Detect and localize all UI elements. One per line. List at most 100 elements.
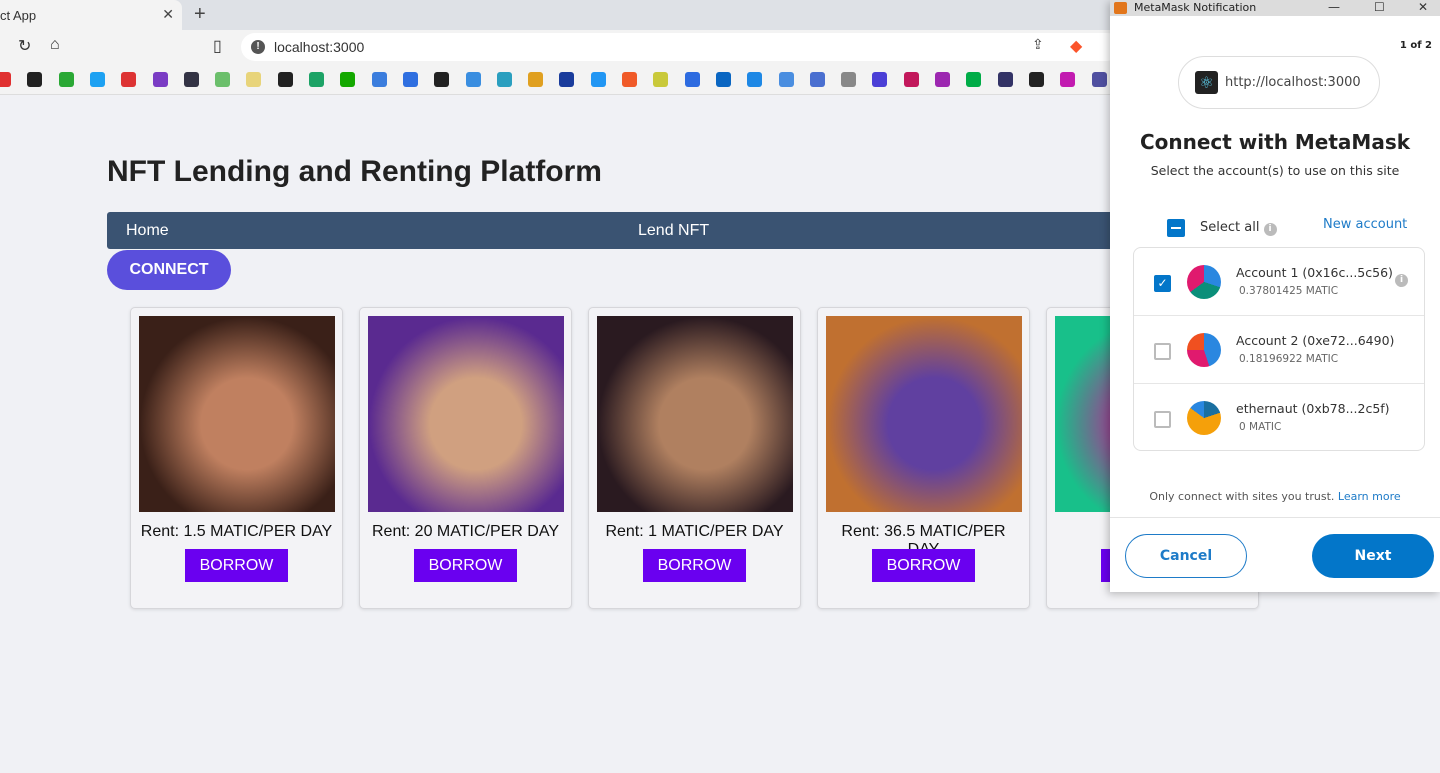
bookmark-icon[interactable] xyxy=(841,72,857,87)
nft-card: Rent: 1 MATIC/PER DAY BORROW xyxy=(588,307,801,609)
bookmark-icon[interactable] xyxy=(903,72,919,87)
borrow-button[interactable]: BORROW xyxy=(185,549,288,582)
bookmark-icon[interactable] xyxy=(935,72,950,87)
account-balance: 0.18196922 MATIC xyxy=(1239,353,1339,365)
account-row[interactable]: ethernaut (0xb78...2c5f) 0 MATIC xyxy=(1134,384,1424,452)
bookmark-icon[interactable] xyxy=(809,72,825,87)
bookmark-icon[interactable] xyxy=(778,72,794,87)
tab-title: ct App xyxy=(0,8,37,23)
nft-card: Rent: 36.5 MATIC/PER DAY BORROW xyxy=(817,307,1030,609)
account-list: ✓ Account 1 (0x16c...5c56) 0.37801425 MA… xyxy=(1133,247,1425,451)
bookmark-icon[interactable] xyxy=(966,72,982,87)
nft-card: Rent: 20 MATIC/PER DAY BORROW xyxy=(359,307,572,609)
bookmark-icon[interactable] xyxy=(653,72,669,87)
info-icon[interactable]: ! xyxy=(251,40,265,54)
account-name: Account 2 (0xe72...6490) xyxy=(1236,333,1395,348)
window-titlebar: MetaMask Notification — ☐ ✕ xyxy=(1110,0,1440,16)
nft-image xyxy=(826,316,1022,512)
connect-heading: Connect with MetaMask xyxy=(1139,130,1411,154)
bookmark-icon[interactable] xyxy=(121,72,137,87)
account-row[interactable]: Account 2 (0xe72...6490) 0.18196922 MATI… xyxy=(1134,316,1424,384)
bookmark-icon[interactable] xyxy=(58,72,74,87)
account-name: Account 1 (0x16c...5c56) xyxy=(1236,265,1393,280)
bookmark-icon[interactable] xyxy=(434,72,450,87)
new-tab-icon[interactable]: + xyxy=(194,3,206,26)
origin-url: http://localhost:3000 xyxy=(1225,75,1361,90)
bookmark-icon[interactable] xyxy=(277,72,293,87)
connect-subtitle: Select the account(s) to use on this sit… xyxy=(1150,163,1400,178)
react-logo-icon: ⚛ xyxy=(1195,71,1218,94)
connect-button[interactable]: CONNECT xyxy=(107,250,231,290)
nav-home[interactable]: Home xyxy=(126,222,169,240)
account-avatar xyxy=(1187,401,1221,435)
bookmark-icon[interactable] xyxy=(0,72,11,87)
rent-price: Rent: 1.5 MATIC/PER DAY xyxy=(140,523,333,540)
address-bar[interactable]: ! localhost:3000 xyxy=(241,33,1121,61)
close-tab-icon[interactable]: ✕ xyxy=(162,6,174,23)
bookmark-icon[interactable] xyxy=(465,72,481,87)
bookmark-icon[interactable] xyxy=(496,72,512,87)
select-all-label: Select all i xyxy=(1200,220,1277,236)
account-checkbox[interactable] xyxy=(1154,411,1171,428)
bookmark-icon[interactable] xyxy=(340,72,356,87)
bookmark-icon[interactable] xyxy=(622,72,637,87)
site-origin: ⚛ http://localhost:3000 xyxy=(1178,56,1380,109)
bookmark-icon[interactable] xyxy=(715,72,731,87)
bookmark-icon[interactable] xyxy=(27,72,43,87)
nav-bar: Home Lend NFT xyxy=(107,212,1117,249)
account-balance: 0.37801425 MATIC xyxy=(1239,285,1339,297)
info-icon[interactable]: i xyxy=(1263,223,1277,236)
cancel-button[interactable]: Cancel xyxy=(1125,534,1247,578)
bookmark-icon[interactable] xyxy=(872,72,888,87)
bookmark-icon[interactable] xyxy=(559,72,575,87)
borrow-button[interactable]: BORROW xyxy=(872,549,975,582)
trust-notice: Only connect with sites you trust. Learn… xyxy=(1110,490,1440,503)
page-title: NFT Lending and Renting Platform xyxy=(107,155,602,188)
bookmark-icon[interactable] xyxy=(528,72,544,87)
select-all-checkbox[interactable] xyxy=(1167,219,1185,237)
next-button[interactable]: Next xyxy=(1312,534,1434,578)
borrow-button[interactable]: BORROW xyxy=(414,549,517,582)
brave-shield-icon[interactable]: ◆ xyxy=(1070,36,1082,56)
minimize-icon[interactable]: — xyxy=(1328,0,1340,14)
page-counter: 1 of 2 xyxy=(1399,40,1432,51)
bookmark-icon[interactable] xyxy=(402,72,418,87)
window-title: MetaMask Notification xyxy=(1134,1,1257,14)
rent-price: Rent: 20 MATIC/PER DAY xyxy=(371,523,559,540)
bookmark-icon[interactable] xyxy=(89,72,105,87)
account-name: ethernaut (0xb78...2c5f) xyxy=(1236,401,1390,416)
bookmark-icon[interactable] xyxy=(246,72,262,87)
bookmark-icon[interactable] xyxy=(371,72,387,87)
divider xyxy=(1110,517,1440,518)
bookmark-icon[interactable] xyxy=(309,72,324,87)
info-icon[interactable]: i xyxy=(1395,274,1408,287)
nav-lend-nft[interactable]: Lend NFT xyxy=(638,222,709,240)
browser-tab[interactable]: ct App ✕ xyxy=(0,0,182,30)
account-checkbox[interactable] xyxy=(1154,343,1171,360)
new-account-link[interactable]: New account xyxy=(1323,217,1407,232)
close-icon[interactable]: ✕ xyxy=(1418,0,1428,14)
bookmark-icon[interactable] xyxy=(183,72,199,87)
share-icon[interactable]: ⇪ xyxy=(1032,36,1044,53)
trust-text: Only connect with sites you trust. xyxy=(1149,490,1335,503)
borrow-button[interactable]: BORROW xyxy=(643,549,746,582)
bookmark-icon[interactable] xyxy=(1028,72,1044,87)
reload-icon[interactable]: ↻ xyxy=(18,36,31,56)
bookmark-icon[interactable] xyxy=(215,72,231,87)
nft-image xyxy=(368,316,564,512)
bookmark-icon[interactable] xyxy=(684,72,700,87)
bookmark-icon[interactable] xyxy=(747,72,763,87)
account-checkbox[interactable]: ✓ xyxy=(1154,275,1171,292)
account-balance: 0 MATIC xyxy=(1239,421,1282,433)
bookmark-icon[interactable] xyxy=(152,72,168,87)
maximize-icon[interactable]: ☐ xyxy=(1374,0,1385,14)
home-icon[interactable]: ⌂ xyxy=(50,36,60,54)
account-row[interactable]: ✓ Account 1 (0x16c...5c56) 0.37801425 MA… xyxy=(1134,248,1424,316)
bookmark-icon[interactable] xyxy=(590,72,606,87)
bookmark-icon[interactable]: ▯ xyxy=(213,36,222,56)
learn-more-link[interactable]: Learn more xyxy=(1338,490,1401,503)
bookmark-icon[interactable] xyxy=(997,72,1013,87)
select-all-text: Select all xyxy=(1200,220,1260,235)
bookmark-icon[interactable] xyxy=(1060,72,1076,87)
bookmark-icon[interactable] xyxy=(1091,72,1107,87)
